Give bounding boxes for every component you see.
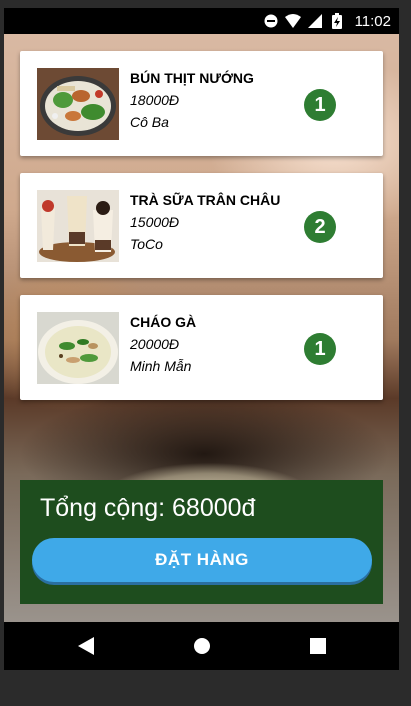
do-not-disturb-icon <box>263 13 279 29</box>
chicken-porridge-image <box>37 312 119 384</box>
clock: 11:02 <box>354 12 391 30</box>
status-icons: 11:02 <box>263 12 391 30</box>
signal-icon <box>307 13 323 29</box>
navigation-bar <box>4 622 399 670</box>
item-shop: ToCo <box>130 236 163 252</box>
recents-icon[interactable] <box>306 634 330 658</box>
order-item-card[interactable]: TRÀ SỮA TRÂN CHÂU 15000Đ ToCo 2 <box>20 173 383 278</box>
order-item-card[interactable]: BÚN THỊT NƯỚNG 18000Đ Cô Ba 1 <box>20 51 383 156</box>
place-order-button[interactable]: ĐẶT HÀNG <box>32 538 372 582</box>
item-shop: Cô Ba <box>130 114 169 130</box>
item-name: CHÁO GÀ <box>130 314 197 330</box>
order-item-info: TRÀ SỮA TRÂN CHÂU 15000Đ ToCo <box>130 191 280 253</box>
status-bar: 11:02 <box>4 8 399 34</box>
quantity-badge: 1 <box>304 89 336 121</box>
home-icon[interactable] <box>190 634 214 658</box>
order-item-info: BÚN THỊT NƯỚNG 18000Đ Cô Ba <box>130 69 254 131</box>
phone-frame: 11:02 BÚN THỊT NƯỚNG 18000Đ Cô Ba 1 TRÀ … <box>4 8 399 670</box>
battery-charging-icon <box>329 13 345 29</box>
item-price: 18000Đ <box>130 92 180 108</box>
total-amount: Tổng cộng: 68000đ <box>40 494 256 522</box>
order-item-card[interactable]: CHÁO GÀ 20000Đ Minh Mẫn 1 <box>20 295 383 400</box>
item-name: TRÀ SỮA TRÂN CHÂU <box>130 192 281 208</box>
quantity-badge: 1 <box>304 333 336 365</box>
wifi-icon <box>284 13 301 29</box>
grilled-pork-noodle-image <box>37 68 119 140</box>
item-price: 15000Đ <box>130 214 180 230</box>
back-icon[interactable] <box>74 634 98 658</box>
quantity-badge: 2 <box>304 211 336 243</box>
item-price: 20000Đ <box>130 336 180 352</box>
item-name: BÚN THỊT NƯỚNG <box>130 70 254 86</box>
order-screen: BÚN THỊT NƯỚNG 18000Đ Cô Ba 1 TRÀ SỮA TR… <box>4 34 399 622</box>
order-item-info: CHÁO GÀ 20000Đ Minh Mẫn <box>130 313 196 375</box>
total-panel: Tổng cộng: 68000đ ĐẶT HÀNG <box>20 480 383 604</box>
bubble-milk-tea-image <box>37 190 119 262</box>
item-shop: Minh Mẫn <box>130 358 192 374</box>
